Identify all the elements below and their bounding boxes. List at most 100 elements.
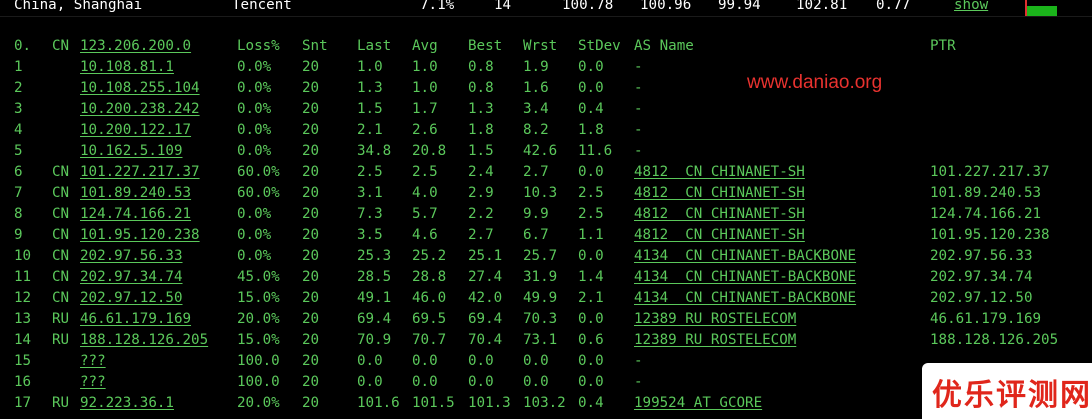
cell-as[interactable]: 4812 CN CHINANET-SH: [634, 204, 805, 225]
cell-last: 101.6: [357, 395, 400, 411]
header-wrst: Wrst: [523, 38, 558, 54]
cell-idx: 16: [14, 374, 32, 390]
cell-ptr: 202.97.34.74: [930, 269, 1033, 285]
cell-stdev: 0.0: [578, 353, 604, 369]
cell-loss: 0.0%: [237, 80, 272, 96]
cell-avg: 0.0: [412, 374, 438, 390]
cell-last: 49.1: [357, 290, 392, 306]
cell-as: -: [634, 143, 643, 159]
cell-as[interactable]: 4812 CN CHINANET-SH: [634, 162, 805, 183]
cell-snt: 20: [302, 122, 320, 138]
cell-ptr: 124.74.166.21: [930, 206, 1042, 222]
cell-host[interactable]: 202.97.56.33: [80, 246, 183, 267]
cell-as[interactable]: 4134 CN CHINANET-BACKBONE: [634, 267, 856, 288]
cell-host[interactable]: ???: [80, 351, 106, 372]
cell-idx: 7: [14, 185, 23, 201]
cell-snt: 20: [302, 227, 320, 243]
cell-best: 25.1: [468, 248, 503, 264]
summary-bar: China, Shanghai Tencent 7.1% 14 100.78 1…: [0, 0, 1092, 16]
cell-loss: 0.0%: [237, 143, 272, 159]
cell-idx: 3: [14, 101, 23, 117]
cell-avg: 20.8: [412, 143, 447, 159]
header-ptr: PTR: [930, 38, 956, 54]
cell-wrst: 31.9: [523, 269, 558, 285]
header-host[interactable]: 123.206.200.0: [80, 36, 191, 57]
cell-ptr: 101.95.120.238: [930, 227, 1050, 243]
header-last: Last: [357, 38, 392, 54]
header-as-name: AS Name: [634, 38, 694, 54]
cell-host[interactable]: 10.200.122.17: [80, 120, 191, 141]
cell-host[interactable]: 10.162.5.109: [80, 141, 183, 162]
cell-host[interactable]: 92.223.36.1: [80, 393, 174, 414]
cell-last: 0.0: [357, 374, 383, 390]
show-link[interactable]: show: [954, 0, 988, 13]
cell-wrst: 70.3: [523, 311, 558, 327]
watermark-url: www.daniao.org: [747, 72, 883, 93]
header-cc: CN: [52, 38, 70, 54]
cell-stdev: 1.1: [578, 227, 604, 243]
cell-host[interactable]: ???: [80, 372, 106, 393]
cell-wrst: 2.7: [523, 164, 549, 180]
cell-host[interactable]: 202.97.12.50: [80, 288, 183, 309]
cell-as[interactable]: 4134 CN CHINANET-BACKBONE: [634, 246, 856, 267]
cell-host[interactable]: 10.108.81.1: [80, 57, 174, 78]
cell-loss: 100.0: [237, 374, 280, 390]
cell-stdev: 2.5: [578, 206, 604, 222]
cell-loss: 0.0%: [237, 122, 272, 138]
cell-last: 3.5: [357, 227, 383, 243]
cell-loss: 20.0%: [237, 395, 280, 411]
cell-avg: 4.6: [412, 227, 438, 243]
summary-snt: 14: [494, 0, 512, 13]
cell-stdev: 0.0: [578, 374, 604, 390]
cell-best: 2.4: [468, 164, 494, 180]
cell-avg: 2.5: [412, 164, 438, 180]
cell-loss: 15.0%: [237, 290, 280, 306]
cell-as: -: [634, 374, 643, 390]
site-logo: 优乐评测网: [922, 363, 1092, 419]
cell-as[interactable]: 4812 CN CHINANET-SH: [634, 225, 805, 246]
header-idx: 0.: [14, 38, 32, 54]
cell-best: 0.0: [468, 353, 494, 369]
cell-host[interactable]: 46.61.179.169: [80, 309, 191, 330]
cell-as[interactable]: 4812 CN CHINANET-SH: [634, 183, 805, 204]
cell-snt: 20: [302, 269, 320, 285]
cell-cc: RU: [52, 311, 70, 327]
cell-loss: 0.0%: [237, 227, 272, 243]
cell-as[interactable]: 199524 AT GCORE: [634, 393, 762, 414]
cell-host[interactable]: 101.227.217.37: [80, 162, 200, 183]
cell-host[interactable]: 10.108.255.104: [80, 78, 200, 99]
cell-best: 101.3: [468, 395, 511, 411]
cell-as[interactable]: 12389 RU ROSTELECOM: [634, 309, 796, 330]
cell-wrst: 0.0: [523, 374, 549, 390]
cell-snt: 20: [302, 185, 320, 201]
cell-avg: 46.0: [412, 290, 447, 306]
cell-last: 2.5: [357, 164, 383, 180]
table-header: 0. CN 123.206.200.0 Loss% Snt Last Avg B…: [0, 36, 956, 57]
cell-last: 7.3: [357, 206, 383, 222]
summary-loss: 7.1%: [420, 0, 455, 13]
cell-avg: 0.0: [412, 353, 438, 369]
cell-stdev: 11.6: [578, 143, 613, 159]
cell-host[interactable]: 10.200.238.242: [80, 99, 200, 120]
cell-idx: 12: [14, 290, 32, 306]
cell-best: 0.8: [468, 59, 494, 75]
latency-bar-fill: [1027, 6, 1057, 16]
provider-label: Tencent: [232, 0, 292, 13]
cell-as[interactable]: 12389 RU ROSTELECOM: [634, 330, 796, 351]
cell-as: -: [634, 101, 643, 117]
cell-host[interactable]: 202.97.34.74: [80, 267, 183, 288]
cell-as: -: [634, 59, 643, 75]
cell-as[interactable]: 4134 CN CHINANET-BACKBONE: [634, 288, 856, 309]
cell-best: 1.8: [468, 122, 494, 138]
cell-host[interactable]: 188.128.126.205: [80, 330, 208, 351]
cell-as: -: [634, 80, 643, 96]
cell-wrst: 8.2: [523, 122, 549, 138]
cell-wrst: 73.1: [523, 332, 558, 348]
cell-avg: 4.0: [412, 185, 438, 201]
cell-host[interactable]: 124.74.166.21: [80, 204, 191, 225]
cell-avg: 1.0: [412, 59, 438, 75]
cell-best: 1.5: [468, 143, 494, 159]
cell-host[interactable]: 101.89.240.53: [80, 183, 191, 204]
cell-host[interactable]: 101.95.120.238: [80, 225, 200, 246]
divider: [0, 16, 1092, 17]
